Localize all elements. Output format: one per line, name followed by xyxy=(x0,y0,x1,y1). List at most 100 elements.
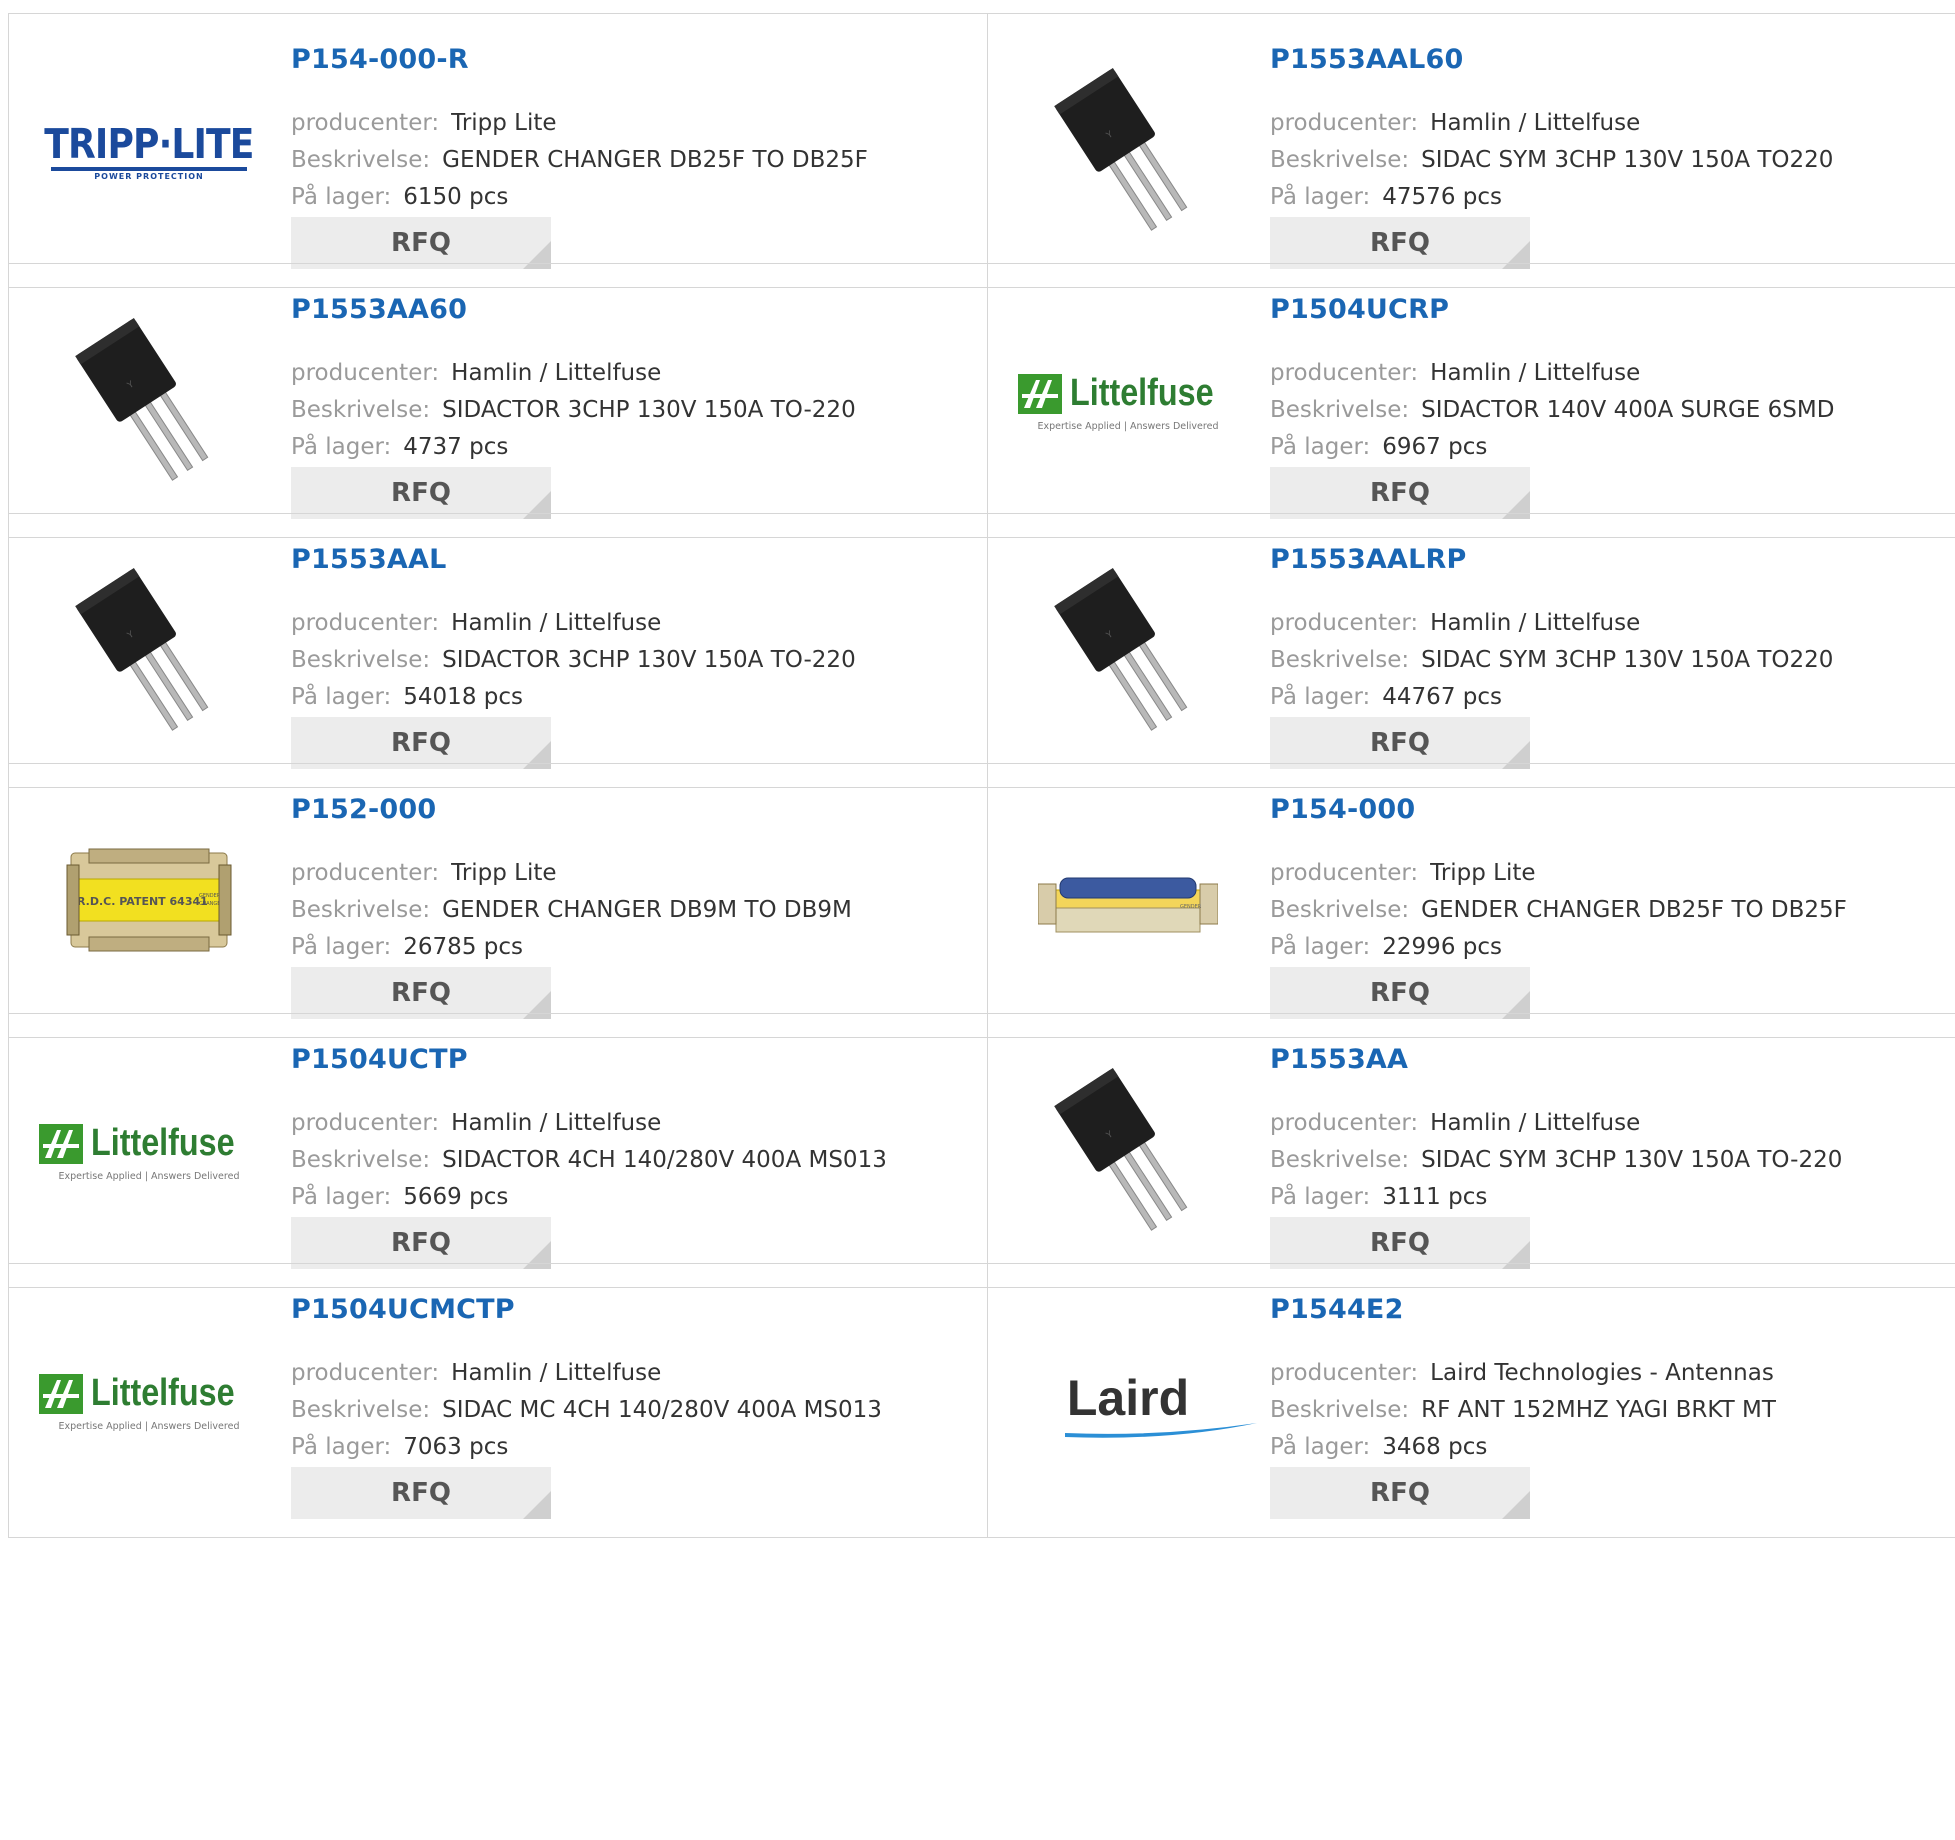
rfq-button-label: RFQ xyxy=(1370,1478,1430,1508)
stock-label: På lager: xyxy=(1270,684,1371,710)
product-image[interactable]: GENDER xyxy=(1028,802,1228,1002)
product-image[interactable]: Y xyxy=(49,552,249,752)
rfq-button[interactable]: RFQ xyxy=(1270,1217,1530,1269)
product-part-link[interactable]: P1553AALRP xyxy=(1270,544,1467,575)
stock-label: På lager: xyxy=(291,184,392,210)
product-image[interactable]: Laird xyxy=(1028,1302,1257,1502)
manufacturer-field: producenter: Hamlin / Littelfuse xyxy=(1270,360,1640,386)
product-image[interactable]: Y xyxy=(49,302,249,502)
description-field: Beskrivelse: SIDACTOR 3CHP 130V 150A TO-2… xyxy=(291,647,856,673)
stock-value: 6967 pcs xyxy=(1382,434,1488,460)
manufacturer-value: Hamlin / Littelfuse xyxy=(451,610,662,636)
rfq-button[interactable]: RFQ xyxy=(291,217,551,269)
product-image[interactable]: Y xyxy=(1028,52,1228,252)
littelfuse-logo: Littelfuse Expertise Applied | Answers D… xyxy=(1017,372,1239,432)
product-card: Littelfuse Expertise Applied | Answers D… xyxy=(988,264,1955,537)
manufacturer-value: Hamlin / Littelfuse xyxy=(451,360,662,386)
stock-label: På lager: xyxy=(1270,434,1371,460)
description-field: Beskrivelse: SIDAC SYM 3CHP 130V 150A TO-… xyxy=(1270,1147,1842,1173)
manufacturer-label: producenter: xyxy=(1270,610,1419,636)
stock-value: 47576 pcs xyxy=(1382,184,1502,210)
product-image[interactable]: R.D.C. PATENT 64341 GENDER CHANGER xyxy=(49,802,249,1002)
stock-label: På lager: xyxy=(1270,934,1371,960)
littelfuse-mark-icon xyxy=(38,1373,83,1414)
product-card: Laird P1544E2 producenter: Laird Technolo… xyxy=(988,1264,1955,1537)
to220-transistor-icon: Y xyxy=(1048,65,1208,239)
rfq-button[interactable]: RFQ xyxy=(1270,467,1530,519)
rfq-button-label: RFQ xyxy=(1370,728,1430,758)
db9-gender-changer-photo: R.D.C. PATENT 64341 GENDER CHANGER xyxy=(59,845,239,959)
product-part-link[interactable]: P1553AA60 xyxy=(291,294,467,325)
rfq-button[interactable]: RFQ xyxy=(291,467,551,519)
product-row: Y P1553AAL producenter: Hamlin / Littelfu… xyxy=(8,513,1955,788)
description-value: SIDAC SYM 3CHP 130V 150A TO-220 xyxy=(1421,1147,1843,1173)
svg-text:GENDER: GENDER xyxy=(199,893,221,899)
product-image[interactable]: Littelfuse Expertise Applied | Answers D… xyxy=(38,1052,249,1252)
manufacturer-label: producenter: xyxy=(291,1110,440,1136)
rfq-button[interactable]: RFQ xyxy=(291,717,551,769)
product-part-link[interactable]: P154-000-R xyxy=(291,44,469,75)
product-part-link[interactable]: P1504UCTP xyxy=(291,1044,468,1075)
product-part-link[interactable]: P154-000 xyxy=(1270,794,1415,825)
rfq-button[interactable]: RFQ xyxy=(291,1467,551,1519)
product-part-link[interactable]: P1553AAL60 xyxy=(1270,44,1464,75)
manufacturer-value: Hamlin / Littelfuse xyxy=(451,1110,662,1136)
stock-label: På lager: xyxy=(1270,184,1371,210)
description-value: SIDAC SYM 3CHP 130V 150A TO220 xyxy=(1421,147,1834,173)
manufacturer-field: producenter: Tripp Lite xyxy=(1270,860,1536,886)
description-label: Beskrivelse: xyxy=(291,647,431,673)
rfq-button-label: RFQ xyxy=(391,728,451,758)
product-card: Y P1553AAL producenter: Hamlin / Littelfu… xyxy=(9,514,987,787)
product-image[interactable]: Y xyxy=(1028,1052,1228,1252)
stock-field: På lager: 4737 pcs xyxy=(291,434,508,460)
rfq-button[interactable]: RFQ xyxy=(291,1217,551,1269)
stock-value: 44767 pcs xyxy=(1382,684,1502,710)
stock-label: På lager: xyxy=(291,434,392,460)
product-image[interactable]: Littelfuse Expertise Applied | Answers D… xyxy=(1017,302,1228,502)
rfq-button-label: RFQ xyxy=(1370,228,1430,258)
product-row: R.D.C. PATENT 64341 GENDER CHANGER P152-… xyxy=(8,763,1955,1038)
laird-logo: Laird xyxy=(1064,1369,1257,1438)
manufacturer-label: producenter: xyxy=(1270,360,1419,386)
manufacturer-field: producenter: Hamlin / Littelfuse xyxy=(291,1110,661,1136)
stock-field: På lager: 26785 pcs xyxy=(291,934,523,960)
rfq-button[interactable]: RFQ xyxy=(1270,217,1530,269)
littelfuse-mark-icon xyxy=(38,1123,83,1164)
description-value: SIDAC MC 4CH 140/280V 400A MS013 xyxy=(442,1397,882,1423)
product-card: Littelfuse Expertise Applied | Answers D… xyxy=(9,1014,987,1287)
stock-value: 3468 pcs xyxy=(1382,1434,1488,1460)
product-part-link[interactable]: P1504UCRP xyxy=(1270,294,1449,325)
rfq-button[interactable]: RFQ xyxy=(291,967,551,1019)
stock-field: På lager: 7063 pcs xyxy=(291,1434,508,1460)
product-image[interactable]: Y xyxy=(1028,552,1228,752)
description-field: Beskrivelse: SIDACTOR 4CH 140/280V 400A M… xyxy=(291,1147,887,1173)
stock-label: På lager: xyxy=(291,684,392,710)
product-part-link[interactable]: P1553AAL xyxy=(291,544,447,575)
manufacturer-label: producenter: xyxy=(291,110,440,136)
manufacturer-label: producenter: xyxy=(291,1360,440,1386)
product-part-link[interactable]: P1544E2 xyxy=(1270,1294,1404,1325)
manufacturer-field: producenter: Hamlin / Littelfuse xyxy=(291,360,661,386)
rfq-button-label: RFQ xyxy=(391,1228,451,1258)
stock-field: På lager: 3468 pcs xyxy=(1270,1434,1487,1460)
product-image[interactable]: TRIPP·LITE POWER PROTECTION xyxy=(44,52,254,252)
littelfuse-logo: Littelfuse Expertise Applied | Answers D… xyxy=(38,1372,260,1432)
rfq-button[interactable]: RFQ xyxy=(1270,1467,1530,1519)
product-card: Y P1553AA producenter: Hamlin / Littelfus… xyxy=(988,1014,1955,1287)
rfq-button[interactable]: RFQ xyxy=(1270,717,1530,769)
description-label: Beskrivelse: xyxy=(1270,147,1410,173)
manufacturer-value: Hamlin / Littelfuse xyxy=(1430,110,1641,136)
product-part-link[interactable]: P152-000 xyxy=(291,794,436,825)
to220-transistor-icon: Y xyxy=(69,565,229,739)
to220-transistor-icon: Y xyxy=(1048,565,1208,739)
stock-label: På lager: xyxy=(291,1434,392,1460)
product-part-link[interactable]: P1504UCMCTP xyxy=(291,1294,515,1325)
description-value: SIDACTOR 140V 400A SURGE 6SMD xyxy=(1421,397,1835,423)
stock-field: På lager: 47576 pcs xyxy=(1270,184,1502,210)
stock-field: På lager: 5669 pcs xyxy=(291,1184,508,1210)
rfq-button[interactable]: RFQ xyxy=(1270,967,1530,1019)
stock-field: På lager: 6967 pcs xyxy=(1270,434,1487,460)
product-image[interactable]: Littelfuse Expertise Applied | Answers D… xyxy=(38,1302,249,1502)
product-part-link[interactable]: P1553AA xyxy=(1270,1044,1408,1075)
littelfuse-tagline: Expertise Applied | Answers Delivered xyxy=(58,1421,240,1432)
